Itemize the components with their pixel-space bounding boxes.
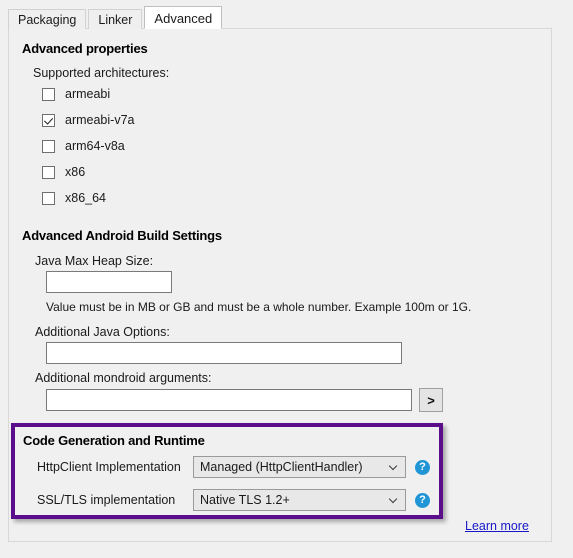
chevron-down-icon[interactable]	[383, 496, 405, 504]
tab-strip: Packaging Linker Advanced	[8, 6, 224, 29]
checkbox-armeabi-v7a[interactable]: armeabi-v7a	[42, 112, 134, 128]
advanced-properties-heading: Advanced properties	[22, 41, 148, 56]
checkbox-x86-64[interactable]: x86_64	[42, 190, 106, 206]
checkbox-x86-64-box[interactable]	[42, 191, 55, 205]
build-settings-heading: Advanced Android Build Settings	[22, 228, 222, 243]
checkbox-arm64-v8a[interactable]: arm64-v8a	[42, 138, 125, 154]
checkbox-armeabi[interactable]: armeabi	[42, 86, 110, 102]
code-generation-highlight-box: Code Generation and Runtime HttpClient I…	[11, 423, 443, 519]
checkbox-x86-box[interactable]	[42, 165, 55, 179]
checkbox-armeabi-label: armeabi	[65, 87, 111, 101]
additional-java-options-input[interactable]	[46, 342, 402, 364]
checkbox-x86-label: x86	[65, 165, 86, 179]
additional-mondroid-arguments-label: Additional mondroid arguments:	[35, 371, 212, 385]
ssltls-help-icon[interactable]: ?	[415, 493, 430, 508]
httpclient-implementation-dropdown[interactable]: Managed (HttpClientHandler)	[193, 456, 406, 478]
httpclient-implementation-label: HttpClient Implementation	[37, 460, 181, 474]
additional-java-options-label: Additional Java Options:	[35, 325, 170, 339]
checkbox-arm64-v8a-label: arm64-v8a	[65, 139, 125, 153]
additional-mondroid-arguments-input[interactable]	[46, 389, 412, 411]
java-max-heap-size-label: Java Max Heap Size:	[35, 254, 154, 268]
tab-linker[interactable]: Linker	[88, 9, 143, 29]
learn-more-link[interactable]: Learn more	[465, 519, 529, 533]
java-max-heap-size-input[interactable]	[46, 271, 172, 293]
tab-advanced[interactable]: Advanced	[144, 6, 223, 29]
checkbox-armeabi-box[interactable]	[42, 87, 55, 101]
httpclient-help-icon[interactable]: ?	[415, 460, 430, 475]
checkbox-x86[interactable]: x86	[42, 164, 85, 180]
supported-architectures-label: Supported architectures:	[33, 66, 170, 80]
ssltls-implementation-dropdown[interactable]: Native TLS 1.2+	[193, 489, 406, 511]
ssltls-implementation-label: SSL/TLS implementation	[37, 493, 176, 507]
checkbox-armeabi-v7a-label: armeabi-v7a	[65, 113, 135, 127]
tab-linker-label: Linker	[98, 13, 133, 27]
tab-packaging-label: Packaging	[18, 13, 77, 27]
mondroid-arguments-browse-label: >	[427, 392, 435, 408]
chevron-down-icon[interactable]	[383, 463, 405, 471]
mondroid-arguments-browse-button[interactable]: >	[419, 388, 443, 412]
httpclient-implementation-value: Managed (HttpClientHandler)	[200, 460, 363, 474]
ssltls-implementation-value: Native TLS 1.2+	[200, 493, 290, 507]
checkbox-armeabi-v7a-box[interactable]	[42, 113, 55, 127]
code-generation-heading: Code Generation and Runtime	[23, 433, 205, 448]
tab-packaging[interactable]: Packaging	[8, 9, 87, 29]
java-max-heap-size-hint: Value must be in MB or GB and must be a …	[46, 300, 472, 314]
tab-advanced-label: Advanced	[154, 11, 213, 26]
checkbox-arm64-v8a-box[interactable]	[42, 139, 55, 153]
checkbox-x86-64-label: x86_64	[65, 191, 107, 205]
